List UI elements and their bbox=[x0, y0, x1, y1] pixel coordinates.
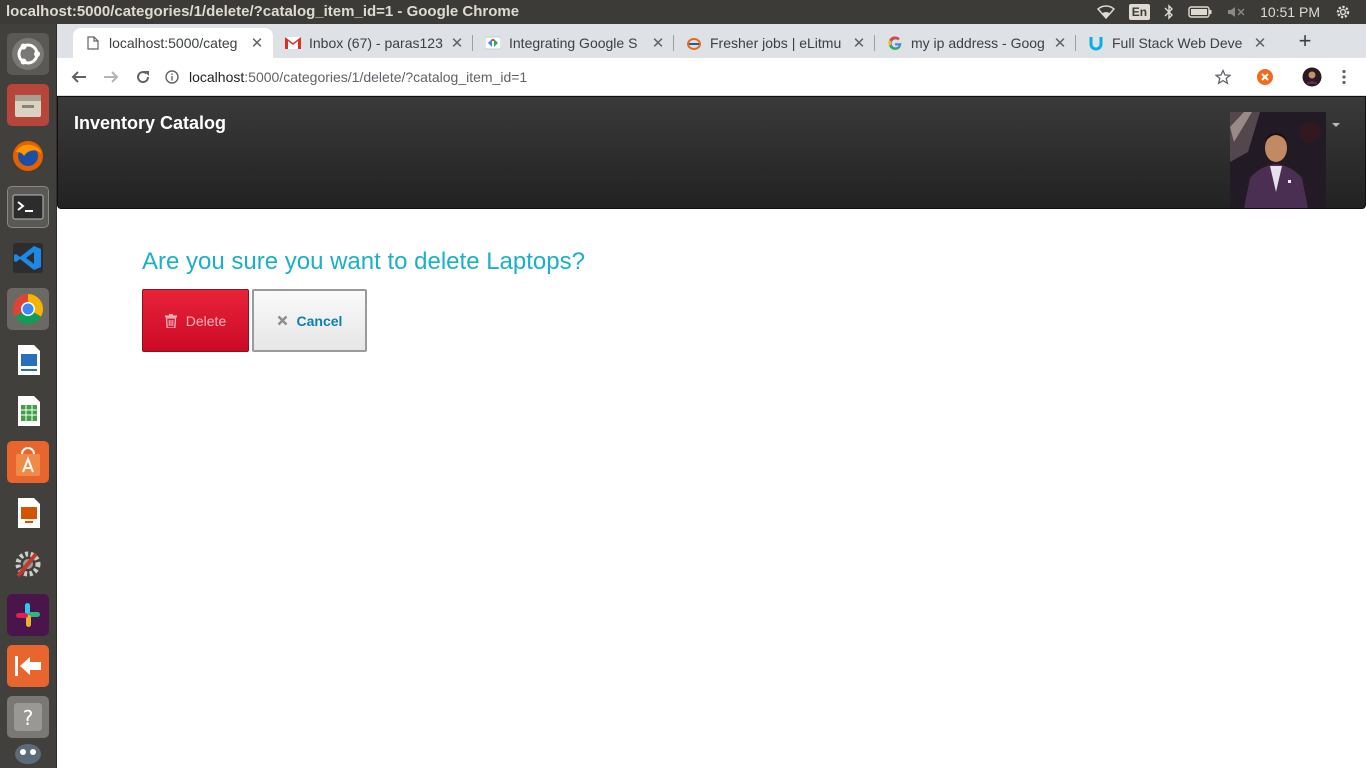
slack-icon[interactable] bbox=[7, 594, 49, 636]
tab-title: Integrating Google S bbox=[509, 35, 638, 51]
close-tab-icon[interactable]: ✕ bbox=[1052, 34, 1068, 52]
back-icon[interactable] bbox=[67, 65, 91, 89]
calc-icon[interactable] bbox=[7, 390, 49, 432]
elitmus-icon bbox=[686, 35, 702, 51]
clock[interactable]: 10:51 PM bbox=[1260, 4, 1320, 20]
delete-button-label: Delete bbox=[185, 312, 227, 329]
tab-gmail[interactable]: Inbox (67) - paras123 ✕ bbox=[273, 28, 473, 58]
address-bar[interactable]: localhost:5000/categories/1/delete/?cata… bbox=[165, 62, 1245, 92]
keyboard-layout-indicator[interactable]: En bbox=[1128, 4, 1151, 20]
close-icon bbox=[277, 315, 288, 326]
tab-google-devs[interactable]: Integrating Google S ✕ bbox=[473, 28, 674, 58]
writer-icon[interactable] bbox=[7, 339, 49, 381]
google-devs-icon bbox=[485, 35, 501, 51]
browser-toolbar: localhost:5000/categories/1/delete/?cata… bbox=[57, 58, 1366, 96]
tab-title: localhost:5000/categ bbox=[109, 35, 238, 51]
firefox-icon[interactable] bbox=[7, 135, 49, 177]
profile-avatar-icon[interactable] bbox=[1301, 66, 1323, 88]
udacity-icon bbox=[1088, 35, 1104, 51]
gear-icon[interactable] bbox=[1334, 3, 1352, 21]
tab-active[interactable]: localhost:5000/categ ✕ bbox=[73, 28, 273, 58]
user-avatar[interactable] bbox=[1230, 112, 1326, 208]
close-tab-icon[interactable]: ✕ bbox=[249, 34, 265, 52]
close-tab-icon[interactable]: ✕ bbox=[851, 34, 867, 52]
files-icon[interactable] bbox=[7, 84, 49, 126]
close-tab-icon[interactable]: ✕ bbox=[449, 34, 465, 52]
reload-icon[interactable] bbox=[131, 65, 155, 89]
help-icon[interactable]: ? bbox=[7, 696, 49, 738]
bluetooth-icon[interactable] bbox=[1164, 4, 1174, 20]
tab-title: Full Stack Web Deve bbox=[1112, 35, 1243, 51]
tab-elitmus[interactable]: Fresher jobs | eLitmu ✕ bbox=[674, 28, 875, 58]
terminal-icon[interactable] bbox=[7, 186, 49, 228]
delete-button[interactable]: Delete bbox=[142, 289, 249, 352]
delete-confirmation-heading: Are you sure you want to delete Laptops? bbox=[142, 248, 585, 275]
google-icon bbox=[887, 35, 903, 51]
svg-text:?: ? bbox=[23, 706, 34, 730]
info-icon[interactable] bbox=[165, 70, 179, 84]
close-tab-icon[interactable]: ✕ bbox=[650, 34, 666, 52]
unity-launcher: ? bbox=[0, 24, 57, 768]
url-host: localhost bbox=[189, 69, 245, 85]
tab-google-search[interactable]: my ip address - Goog ✕ bbox=[875, 28, 1076, 58]
browser-tab-strip: localhost:5000/categ ✕ Inbox (67) - para… bbox=[57, 24, 1366, 58]
close-tab-icon[interactable]: ✕ bbox=[1252, 34, 1268, 52]
wifi-icon[interactable] bbox=[1096, 5, 1115, 19]
url-path: :5000/categories/1/delete/?catalog_item_… bbox=[244, 69, 528, 85]
chrome-icon[interactable] bbox=[7, 288, 49, 330]
ubuntu-dash-icon[interactable] bbox=[7, 33, 49, 75]
new-tab-button[interactable]: + bbox=[1293, 30, 1317, 54]
system-settings-icon[interactable] bbox=[7, 543, 49, 585]
menu-icon[interactable] bbox=[1333, 66, 1355, 88]
tab-title: my ip address - Goog bbox=[911, 35, 1045, 51]
gmail-icon bbox=[285, 35, 301, 51]
impress-icon[interactable] bbox=[7, 492, 49, 534]
site-navbar: Inventory Catalog bbox=[57, 96, 1366, 209]
forward-icon[interactable] bbox=[99, 65, 123, 89]
battery-icon[interactable] bbox=[1188, 6, 1212, 18]
trash-icon bbox=[164, 313, 177, 328]
ubuntu-top-panel: localhost:5000/categories/1/delete/?cata… bbox=[0, 0, 1366, 24]
software-center-icon[interactable] bbox=[7, 441, 49, 483]
cancel-button[interactable]: Cancel bbox=[252, 289, 367, 352]
extension-icon[interactable] bbox=[1254, 66, 1276, 88]
tab-title: Inbox (67) - paras123 bbox=[309, 35, 443, 51]
tab-udacity[interactable]: Full Stack Web Deve ✕ bbox=[1076, 28, 1276, 58]
tab-title: Fresher jobs | eLitmu bbox=[710, 35, 842, 51]
user-dropdown-caret-icon[interactable] bbox=[1332, 123, 1340, 127]
system-tray: En 10:51 PM bbox=[1096, 0, 1366, 24]
navbar-brand[interactable]: Inventory Catalog bbox=[74, 113, 226, 134]
page-icon bbox=[85, 35, 101, 51]
cancel-button-label: Cancel bbox=[296, 312, 343, 329]
bookmark-star-icon[interactable] bbox=[1212, 66, 1234, 88]
volume-muted-icon[interactable] bbox=[1226, 5, 1246, 19]
app-icon[interactable] bbox=[7, 645, 49, 687]
other-icon[interactable] bbox=[7, 738, 49, 766]
window-title: localhost:5000/categories/1/delete/?cata… bbox=[6, 3, 520, 20]
vscode-icon[interactable] bbox=[7, 237, 49, 279]
